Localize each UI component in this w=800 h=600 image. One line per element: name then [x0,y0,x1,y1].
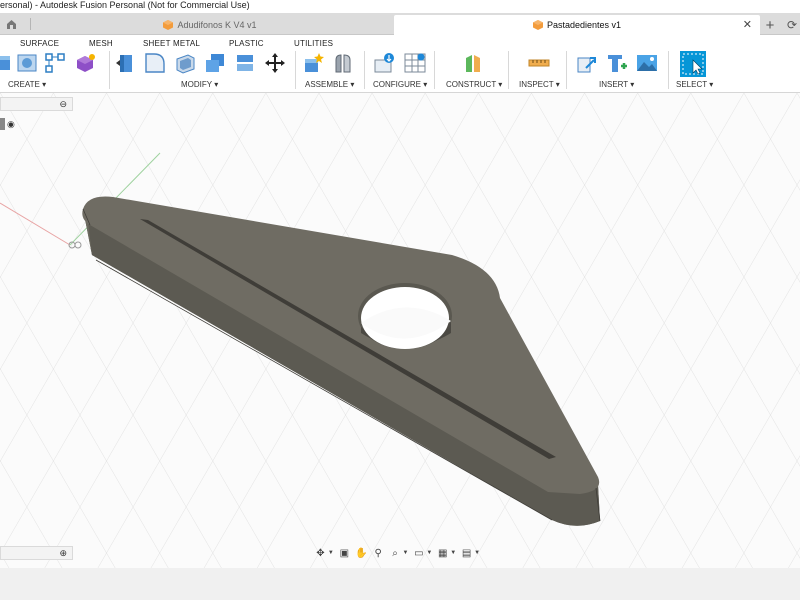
pan-icon[interactable]: ✋ [355,546,368,560]
joint-icon[interactable] [332,52,354,74]
change-parameters-icon[interactable] [374,52,396,74]
add-comment-icon[interactable]: ⊕ [59,548,67,559]
chevron-down-icon[interactable]: ▼ [402,550,408,556]
viewports-icon[interactable]: ▤ [460,546,473,560]
tab-overflow-button[interactable]: ⟳ [784,17,800,33]
component-icon [0,118,5,130]
grid-icon[interactable]: ▦ [436,546,449,560]
toolbar-separator [364,51,365,89]
workspace-tab-plastic[interactable]: PLASTIC [229,39,264,48]
plus-icon: + [765,16,775,34]
chevron-down-icon[interactable]: ▼ [328,550,334,556]
toolbar-separator [668,51,669,89]
new-tab-button[interactable]: + [762,16,778,34]
home-icon [6,20,16,29]
inspect-menu[interactable]: INSPECT ▾ [519,80,560,89]
insert-menu[interactable]: INSERT ▾ [599,80,634,89]
3d-viewport[interactable]: ⊖ ◉ ⊕ ✥ ▼ ▣ ✋ ⚲ ⌕ ▼ ▭ ▼ ▦ ▼ ▤ ▼ [0,93,800,568]
insert-mcmaster-icon[interactable] [606,52,628,74]
shell-icon[interactable] [174,52,196,74]
insert-derive-icon[interactable] [576,52,598,74]
split-body-icon[interactable] [234,52,256,74]
zoom-window-icon[interactable]: ⌕ [389,546,402,560]
combine-icon[interactable] [204,52,226,74]
zoom-icon[interactable]: ⚲ [372,546,385,560]
toolbar-separator [434,51,435,89]
collapse-icon[interactable]: ⊖ [59,99,67,110]
tab-label: Adudifonos K V4 v1 [177,20,257,30]
chevron-down-icon[interactable]: ▼ [474,550,480,556]
orbit-icon[interactable]: ✥ [314,546,327,560]
design-file-icon [163,20,174,30]
chevron-down-icon[interactable]: ▼ [450,550,456,556]
construct-menu[interactable]: CONSTRUCT ▾ [446,80,502,89]
chevron-down-icon[interactable]: ▼ [426,550,432,556]
workspace-tab-surface[interactable]: SURFACE [20,39,59,48]
select-menu[interactable]: SELECT ▾ [676,80,713,89]
configure-menu[interactable]: CONFIGURE ▾ [373,80,427,89]
design-file-icon [532,20,543,30]
browser-item-row[interactable]: ◉ [0,118,18,130]
fillet-icon[interactable] [144,52,166,74]
revolve-icon[interactable] [16,52,38,74]
assemble-menu[interactable]: ASSEMBLE ▾ [305,80,354,89]
visibility-icon[interactable]: ◉ [7,118,18,130]
create-menu[interactable]: CREATE ▾ [8,80,46,89]
home-tab-button[interactable] [0,13,22,35]
select-icon[interactable] [680,51,706,77]
move-copy-icon[interactable] [264,52,286,74]
sketch-pattern-icon[interactable] [44,52,66,74]
look-at-icon[interactable]: ▣ [338,546,351,560]
close-icon[interactable]: ✕ [743,18,752,31]
canvas-grid [0,93,800,568]
document-tab-bar: Adudifonos K V4 v1 Pastadedientes v1 ✕ +… [0,13,800,35]
measure-icon[interactable] [528,52,550,74]
ribbon-toolbar: SURFACE MESH SHEET METAL PLASTIC UTILITI… [0,35,800,93]
toolbar-separator [508,51,509,89]
toolbar-separator [295,51,296,89]
comments-panel-header[interactable]: ⊕ [0,546,73,560]
window-title: ersonal) - Autodesk Fusion Personal (Not… [0,0,800,13]
configure-table-icon[interactable] [404,52,426,74]
insert-canvas-icon[interactable] [636,52,658,74]
status-bar [0,568,800,600]
workspace-tab-sheet-metal[interactable]: SHEET METAL [143,39,200,48]
form-icon[interactable] [74,52,96,74]
tab-pastadedientes[interactable]: Pastadedientes v1 ✕ [394,15,760,35]
tab-adudifonos[interactable]: Adudifonos K V4 v1 [30,15,390,35]
browser-panel-header[interactable]: ⊖ [0,97,73,111]
navigation-toolbar: ✥ ▼ ▣ ✋ ⚲ ⌕ ▼ ▭ ▼ ▦ ▼ ▤ ▼ [314,545,480,561]
new-component-icon[interactable] [302,52,324,74]
workspace-tab-mesh[interactable]: MESH [89,39,113,48]
extrude-icon[interactable] [0,52,12,74]
toolbar-separator [566,51,567,89]
modify-menu[interactable]: MODIFY ▾ [181,80,218,89]
tab-label: Pastadedientes v1 [546,20,622,30]
press-pull-icon[interactable] [114,52,136,74]
workspace-tab-utilities[interactable]: UTILITIES [294,39,333,48]
offset-plane-icon[interactable] [462,52,484,74]
display-settings-icon[interactable]: ▭ [412,546,425,560]
toolbar-separator [109,51,110,89]
